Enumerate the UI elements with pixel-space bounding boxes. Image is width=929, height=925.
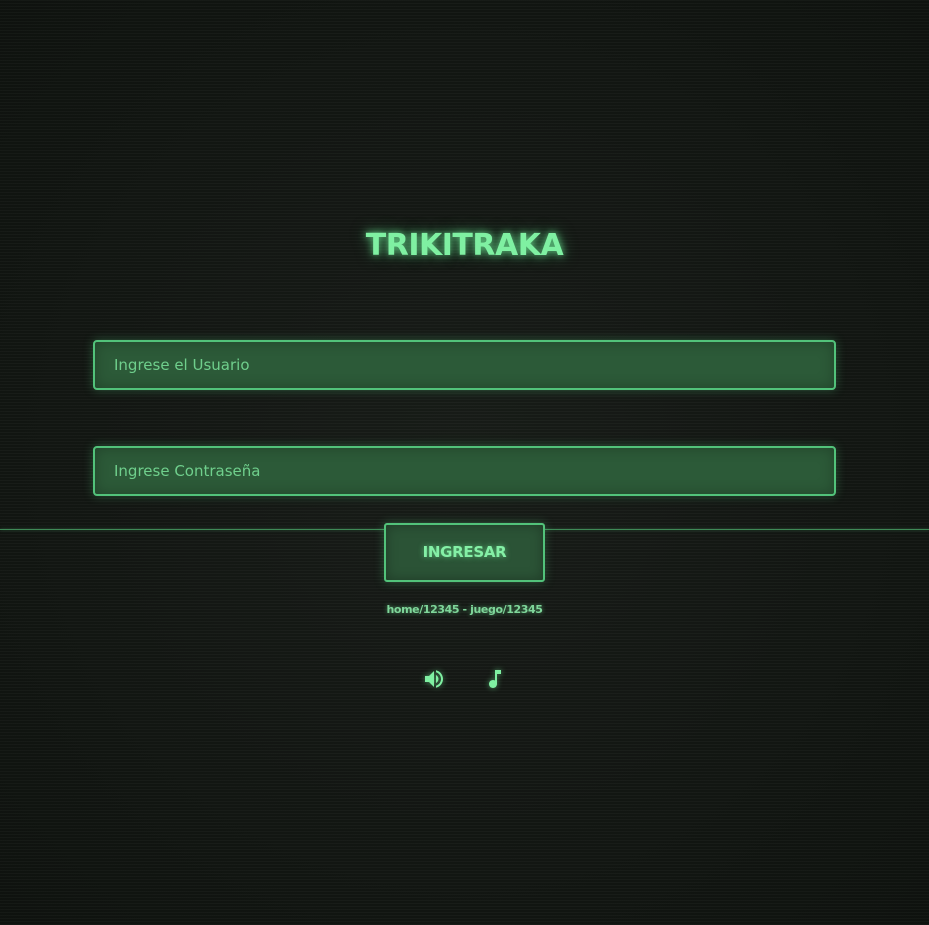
music-note-icon <box>489 670 501 688</box>
username-input[interactable] <box>95 342 834 388</box>
credentials-hint: home/12345 - juego/12345 <box>386 603 543 616</box>
speaker-volume-icon <box>425 670 443 688</box>
password-field-wrapper <box>93 446 836 496</box>
music-toggle-button[interactable] <box>483 667 507 691</box>
username-field-wrapper <box>93 340 836 390</box>
sound-toggle-button[interactable] <box>422 667 446 691</box>
login-button[interactable]: INGRESAR <box>384 523 545 582</box>
app-title: TRIKITRAKA <box>365 228 564 263</box>
password-input[interactable] <box>95 448 834 494</box>
